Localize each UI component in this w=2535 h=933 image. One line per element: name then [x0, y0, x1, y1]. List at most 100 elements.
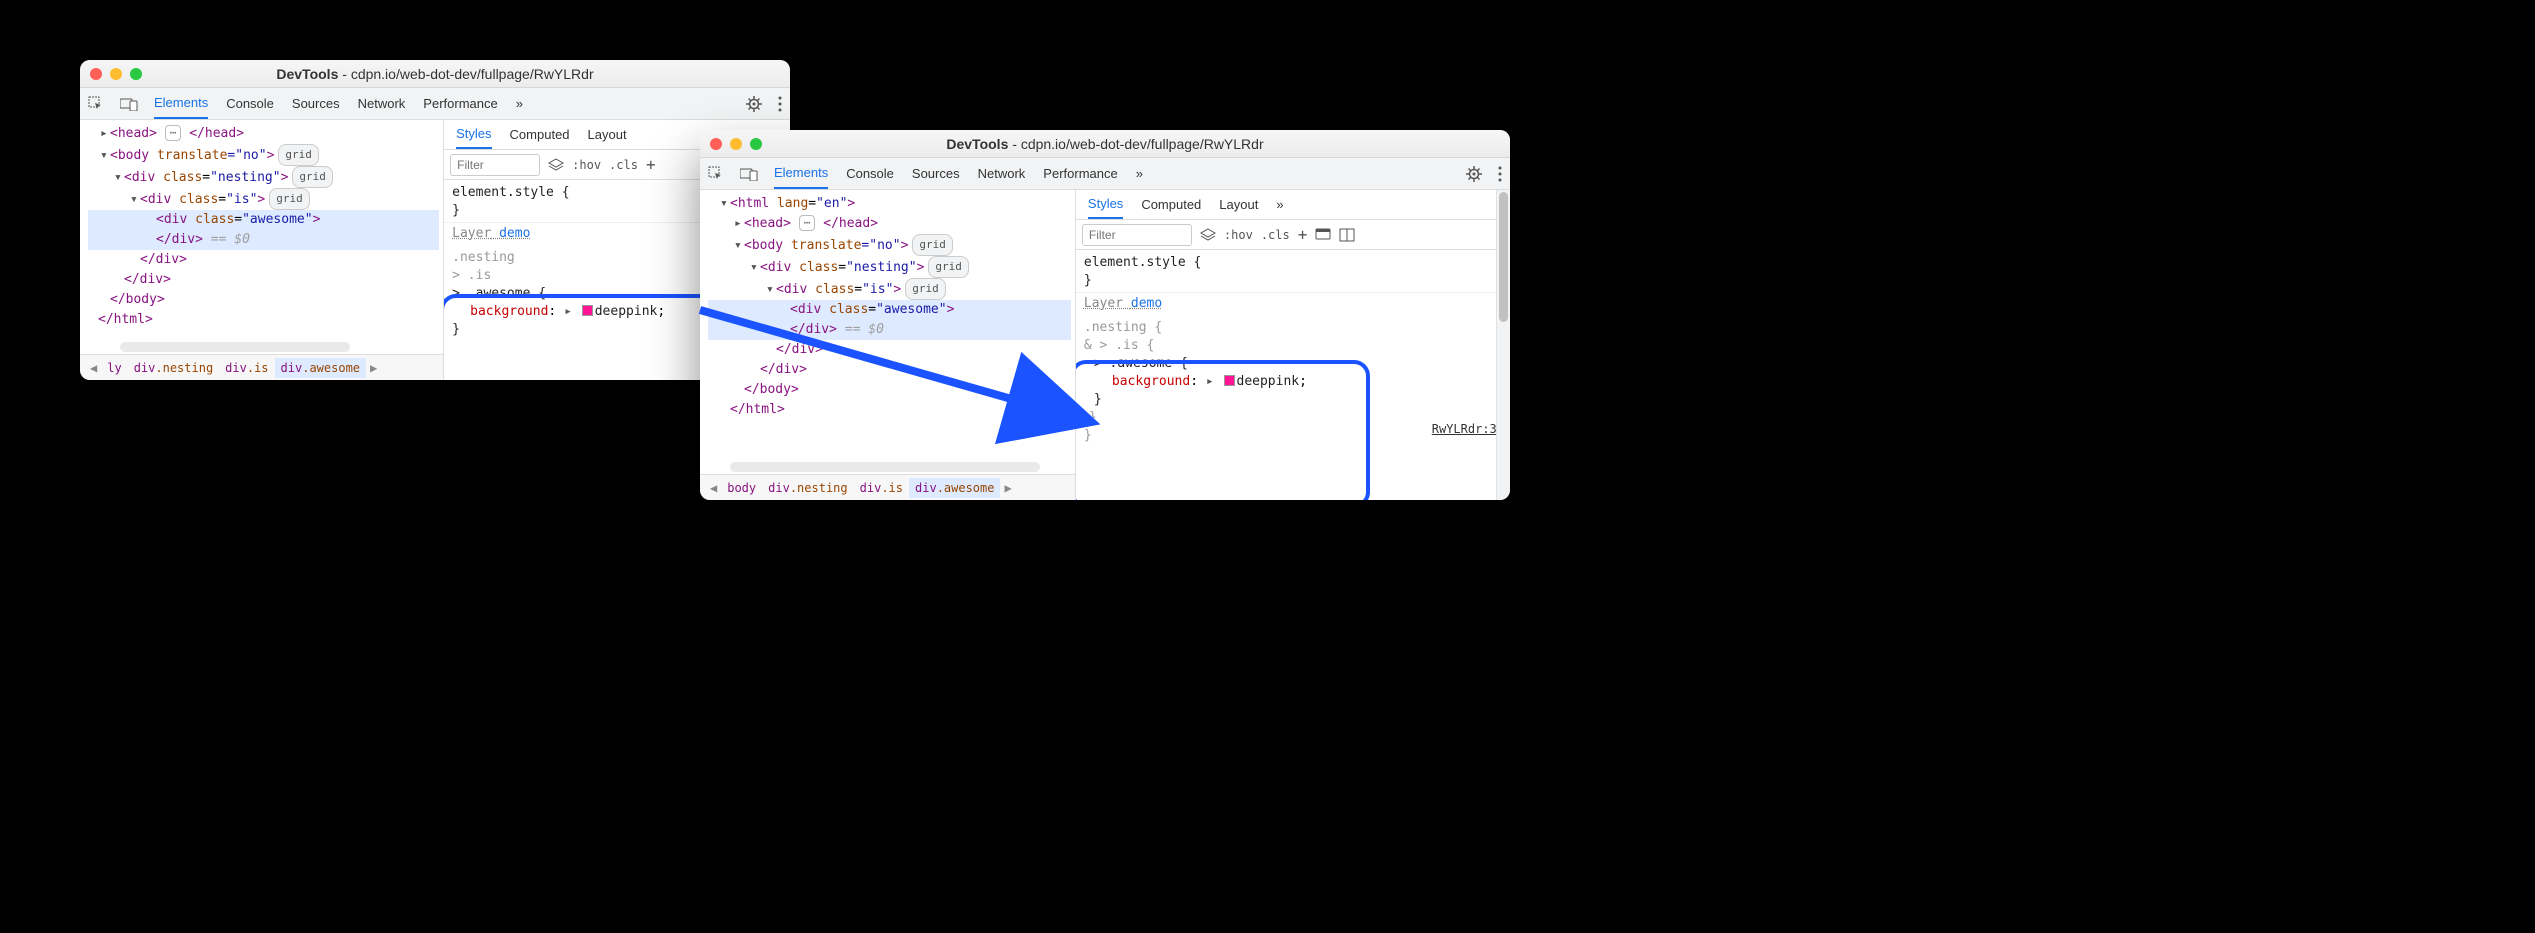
cls-button[interactable]: .cls [1261, 228, 1290, 242]
breadcrumb-body[interactable]: body [721, 478, 762, 498]
chevron-left-icon[interactable]: ◀ [706, 481, 721, 495]
kebab-icon[interactable] [1498, 166, 1502, 182]
device-toggle-icon[interactable] [120, 97, 138, 111]
breadcrumb-nesting[interactable]: div.nesting [762, 478, 853, 498]
dom-close-html[interactable]: </html> [708, 400, 1071, 420]
tab-styles[interactable]: Styles [456, 120, 491, 149]
dom-tree[interactable]: ▾<html lang="en"> ▸<head> ⋯ </head> ▾<bo… [700, 190, 1075, 474]
rendering-icon[interactable] [1315, 228, 1331, 242]
horizontal-scrollbar[interactable] [730, 462, 1040, 472]
breadcrumb: ◀ ly div.nesting div.is div.awesome ▶ [80, 354, 443, 380]
dom-close-body[interactable]: </body> [708, 380, 1071, 400]
chevron-right-icon[interactable]: ▶ [366, 361, 381, 375]
gear-icon[interactable] [1466, 166, 1482, 182]
horizontal-scrollbar[interactable] [120, 342, 350, 352]
dom-node-is[interactable]: ▾<div class="is">grid [708, 278, 1071, 300]
hov-button[interactable]: :hov [1224, 228, 1253, 242]
chevron-left-icon[interactable]: ◀ [86, 361, 101, 375]
dom-close-body[interactable]: </body> [88, 290, 439, 310]
dom-node-awesome[interactable]: <div class="awesome"> [88, 210, 439, 230]
dom-node-nesting[interactable]: ▾<div class="nesting">grid [708, 256, 1071, 278]
tabs-overflow[interactable]: » [1276, 190, 1283, 219]
main-tabstrip: Elements Console Sources Network Perform… [774, 158, 1143, 189]
dom-close-is[interactable]: </div> [88, 250, 439, 270]
tab-performance[interactable]: Performance [423, 88, 497, 119]
dom-close-is[interactable]: </div> [708, 340, 1071, 360]
filter-input[interactable] [450, 154, 540, 176]
tabs-overflow[interactable]: » [1136, 158, 1143, 189]
dom-node-nesting[interactable]: ▾<div class="nesting">grid [88, 166, 439, 188]
main-toolbar: Elements Console Sources Network Perform… [700, 158, 1510, 190]
dom-close-nesting[interactable]: </div> [708, 360, 1071, 380]
breadcrumb-awesome[interactable]: div.awesome [909, 478, 1000, 498]
titlebar[interactable]: DevTools - cdpn.io/web-dot-dev/fullpage/… [700, 130, 1510, 158]
tab-layout[interactable]: Layout [1219, 190, 1258, 219]
new-rule-button[interactable]: + [646, 155, 656, 174]
vertical-scrollbar[interactable] [1496, 190, 1510, 500]
styles-tabstrip: Styles Computed Layout » [1076, 190, 1510, 220]
breadcrumb-nesting[interactable]: div.nesting [128, 358, 219, 378]
dom-node-html[interactable]: ▾<html lang="en"> [708, 194, 1071, 214]
dom-node-head[interactable]: ▸<head> ⋯ </head> [88, 124, 439, 144]
breadcrumb-is[interactable]: div.is [854, 478, 909, 498]
tab-computed[interactable]: Computed [510, 120, 570, 149]
computed-toggle-icon[interactable] [1339, 228, 1355, 242]
dom-node-body[interactable]: ▾<body translate="no">grid [708, 234, 1071, 256]
tab-elements[interactable]: Elements [154, 88, 208, 119]
dom-node-awesome-close[interactable]: </div> == $0 [88, 230, 439, 250]
tab-elements[interactable]: Elements [774, 158, 828, 189]
styles-rules[interactable]: element.style { } Layer demo RwYLRdr:36 … [1076, 250, 1510, 500]
tab-styles[interactable]: Styles [1088, 190, 1123, 219]
filter-input[interactable] [1082, 224, 1192, 246]
dom-close-html[interactable]: </html> [88, 310, 439, 330]
grid-badge[interactable]: grid [269, 188, 310, 210]
dom-tree[interactable]: ▸<head> ⋯ </head> ▾<body translate="no">… [80, 120, 443, 354]
devtools-window-old: DevTools - cdpn.io/web-dot-dev/fullpage/… [80, 60, 790, 380]
dom-node-body[interactable]: ▾<body translate="no">grid [88, 144, 439, 166]
dom-close-nesting[interactable]: </div> [88, 270, 439, 290]
new-rule-button[interactable]: + [1298, 225, 1308, 244]
dom-node-head[interactable]: ▸<head> ⋯ </head> [708, 214, 1071, 234]
inspect-icon[interactable] [708, 166, 724, 182]
layers-icon[interactable] [548, 158, 564, 172]
grid-badge[interactable]: grid [278, 144, 319, 166]
tabs-overflow[interactable]: » [516, 88, 523, 119]
elements-panel: ▾<html lang="en"> ▸<head> ⋯ </head> ▾<bo… [700, 190, 1076, 500]
device-toggle-icon[interactable] [740, 167, 758, 181]
cls-button[interactable]: .cls [609, 158, 638, 172]
source-link[interactable]: RwYLRdr:36 [1432, 420, 1504, 438]
ellipsis-icon[interactable]: ⋯ [799, 215, 816, 231]
ellipsis-icon[interactable]: ⋯ [165, 125, 182, 141]
tab-console[interactable]: Console [846, 158, 894, 189]
tab-network[interactable]: Network [978, 158, 1026, 189]
kebab-icon[interactable] [778, 96, 782, 112]
breadcrumb-is[interactable]: div.is [219, 358, 274, 378]
breadcrumb-awesome[interactable]: div.awesome [275, 358, 366, 378]
tab-sources[interactable]: Sources [912, 158, 960, 189]
tab-console[interactable]: Console [226, 88, 274, 119]
breadcrumb-body-cut[interactable]: ly [101, 358, 127, 378]
chevron-right-icon[interactable]: ▶ [1000, 481, 1015, 495]
tab-computed[interactable]: Computed [1141, 190, 1201, 219]
tab-layout[interactable]: Layout [588, 120, 627, 149]
layer-label[interactable]: Layer demo [1084, 295, 1502, 313]
tab-sources[interactable]: Sources [292, 88, 340, 119]
dom-node-awesome-close[interactable]: </div> == $0 [708, 320, 1071, 340]
layers-icon[interactable] [1200, 228, 1216, 242]
tab-network[interactable]: Network [358, 88, 406, 119]
devtools-window-new: DevTools - cdpn.io/web-dot-dev/fullpage/… [700, 130, 1510, 500]
tab-performance[interactable]: Performance [1043, 158, 1117, 189]
dom-node-is[interactable]: ▾<div class="is">grid [88, 188, 439, 210]
layer-link[interactable]: demo [1131, 296, 1162, 311]
grid-badge[interactable]: grid [905, 278, 946, 300]
grid-badge[interactable]: grid [912, 234, 953, 256]
layer-link[interactable]: demo [499, 226, 530, 241]
titlebar[interactable]: DevTools - cdpn.io/web-dot-dev/fullpage/… [80, 60, 790, 88]
hov-button[interactable]: :hov [572, 158, 601, 172]
grid-badge[interactable]: grid [292, 166, 333, 188]
inspect-icon[interactable] [88, 96, 104, 112]
grid-badge[interactable]: grid [928, 256, 969, 278]
element-style-rule[interactable]: element.style { } [1084, 254, 1502, 290]
gear-icon[interactable] [746, 96, 762, 112]
dom-node-awesome[interactable]: <div class="awesome"> [708, 300, 1071, 320]
